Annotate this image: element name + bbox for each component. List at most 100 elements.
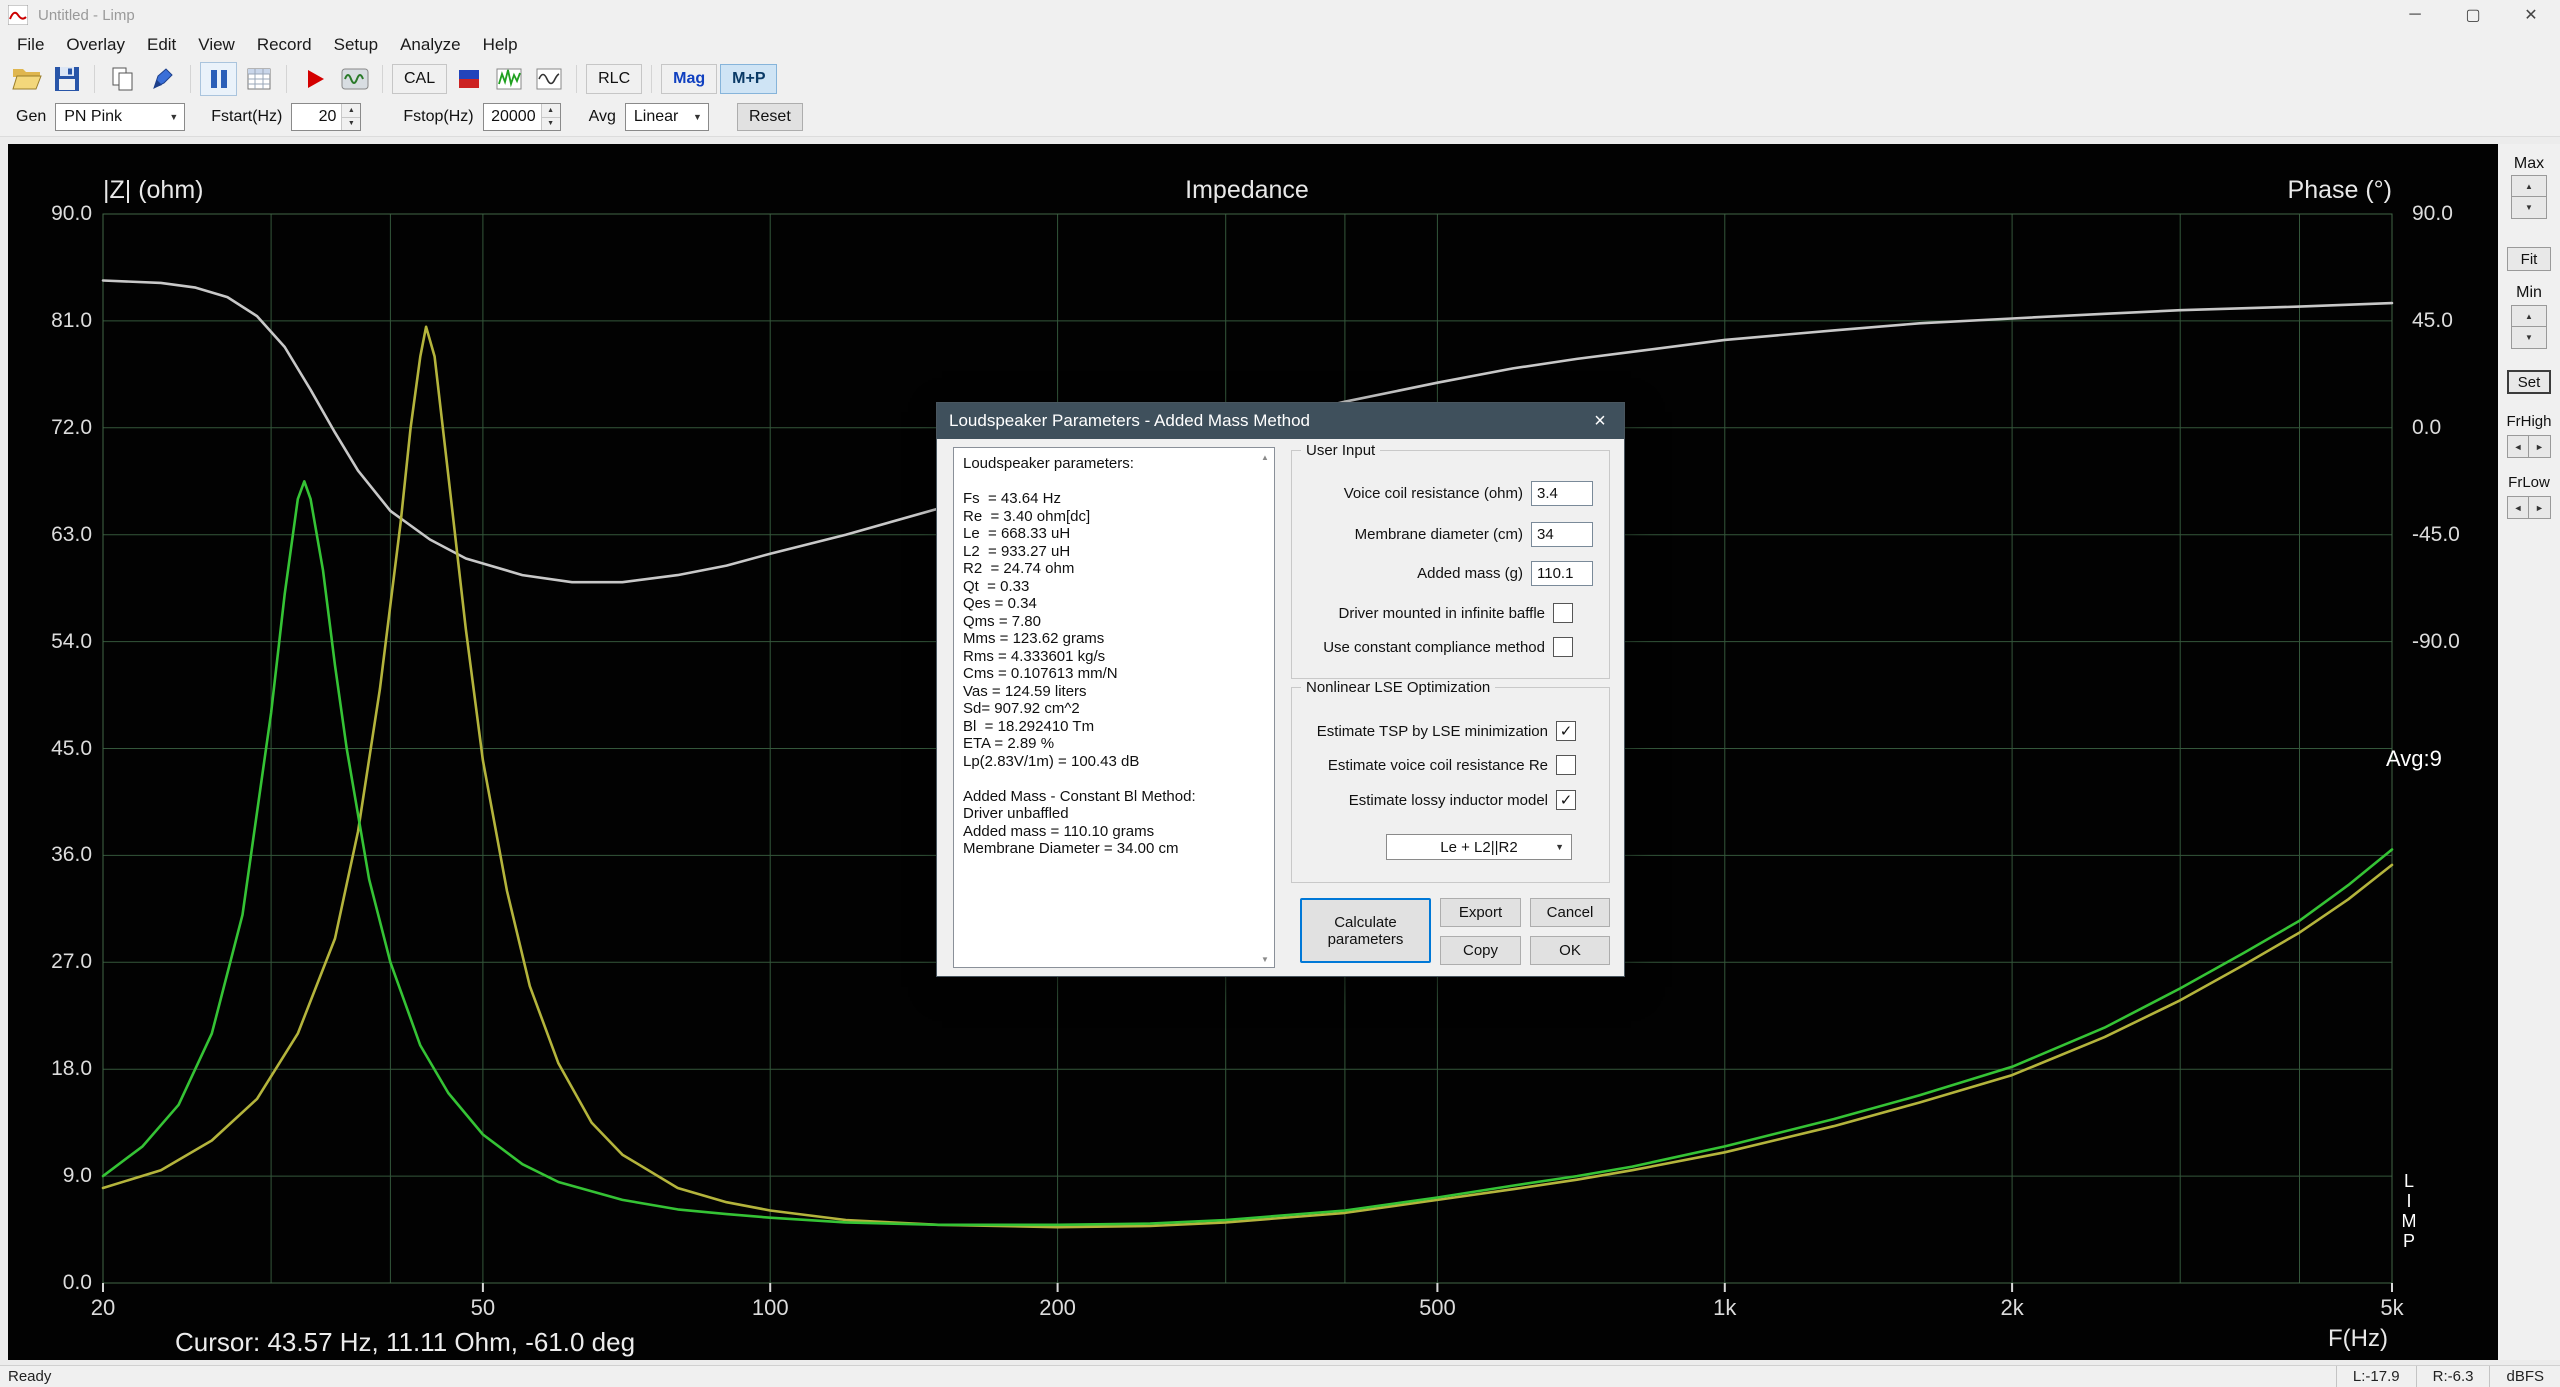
copy-icon[interactable] (104, 62, 141, 96)
min-up-icon[interactable]: ▲ (2511, 305, 2547, 327)
field-label: Voice coil resistance (ohm) (1305, 485, 1523, 502)
cursor-readout: Cursor: 43.57 Hz, 11.11 Ohm, -61.0 deg (175, 1327, 635, 1358)
mp-button[interactable]: M+P (720, 64, 777, 94)
menu-item-view[interactable]: View (187, 31, 246, 59)
lse-group-title: Nonlinear LSE Optimization (1301, 679, 1495, 696)
menu-item-setup[interactable]: Setup (323, 31, 389, 59)
limp-logo: LIMP (2398, 1171, 2420, 1251)
toolbar-separator (382, 65, 383, 93)
toolbar-separator (576, 65, 577, 93)
fstop-up-icon[interactable]: ▲ (542, 104, 560, 117)
inductor-model-select[interactable]: Le + L2||R2 ▼ (1386, 834, 1572, 860)
oscilloscope-icon[interactable] (530, 62, 567, 96)
min-spinner[interactable]: ▲ ▼ (2511, 305, 2547, 349)
set-button[interactable]: Set (2507, 370, 2551, 394)
estimate-re-checkbox[interactable] (1556, 755, 1576, 775)
pen-icon[interactable] (144, 62, 181, 96)
parameter-line: Mms = 123.62 grams (963, 630, 1265, 648)
field-label: Added mass (g) (1305, 565, 1523, 582)
y-left-tick: 81.0 (8, 310, 92, 332)
close-button[interactable]: ✕ (2502, 0, 2560, 30)
overlay-icon[interactable] (450, 62, 487, 96)
limp-logo-letter: P (2398, 1231, 2420, 1251)
export-button[interactable]: Export (1440, 898, 1521, 927)
cancel-button[interactable]: Cancel (1530, 898, 1610, 927)
rlc-button[interactable]: RLC (586, 64, 642, 94)
toolbar-separator (190, 65, 191, 93)
averaging-select[interactable]: Linear ▼ (625, 103, 709, 131)
cal-button[interactable]: CAL (392, 64, 447, 94)
parameter-line (963, 473, 1265, 491)
frhigh-left-icon[interactable]: ◄ (2507, 435, 2529, 458)
parameters-listbox[interactable]: Loudspeaker parameters:Fs = 43.64 HzRe =… (953, 447, 1275, 968)
calculate-parameters-button[interactable]: Calculate parameters (1300, 898, 1431, 963)
menu-item-edit[interactable]: Edit (136, 31, 187, 59)
menu-item-analyze[interactable]: Analyze (389, 31, 471, 59)
min-label: Min (2498, 284, 2560, 302)
added-mass-input[interactable] (1531, 561, 1593, 586)
reset-button[interactable]: Reset (737, 103, 803, 131)
fstart-up-icon[interactable]: ▲ (342, 104, 360, 117)
y-right-tick: -90.0 (2412, 631, 2502, 653)
parameter-line: Cms = 0.107613 mm/N (963, 665, 1265, 683)
open-file-icon[interactable] (8, 62, 45, 96)
parameter-line: Re = 3.40 ohm[dc] (963, 508, 1265, 526)
max-up-icon[interactable]: ▲ (2511, 175, 2547, 197)
generator-select[interactable]: PN Pink ▼ (55, 103, 185, 131)
lse-minimization-checkbox[interactable]: ✓ (1556, 721, 1576, 741)
fit-button[interactable]: Fit (2507, 247, 2551, 271)
mag-button[interactable]: Mag (661, 64, 717, 94)
min-down-icon[interactable]: ▼ (2511, 327, 2547, 349)
copy-button[interactable]: Copy (1440, 936, 1521, 965)
frlow-left-icon[interactable]: ◄ (2507, 496, 2529, 519)
y-left-tick: 72.0 (8, 417, 92, 439)
y-left-tick: 18.0 (8, 1058, 92, 1080)
record-icon[interactable] (296, 62, 333, 96)
menu-item-overlay[interactable]: Overlay (55, 31, 136, 59)
parameter-line: Qt = 0.33 (963, 578, 1265, 596)
save-icon[interactable] (48, 62, 85, 96)
menu-item-record[interactable]: Record (246, 31, 323, 59)
dialog-close-icon[interactable]: × (1576, 403, 1624, 439)
dialog-title-bar[interactable]: Loudspeaker Parameters - Added Mass Meth… (937, 403, 1624, 439)
constant-compliance-checkbox[interactable] (1553, 637, 1573, 657)
lossy-inductor-label: Estimate lossy inductor model (1267, 792, 1548, 809)
minimize-button[interactable]: ─ (2386, 0, 2444, 30)
signal-icon[interactable] (490, 62, 527, 96)
voice-coil-resistance-input[interactable] (1531, 481, 1593, 506)
lossy-inductor-checkbox[interactable]: ✓ (1556, 790, 1576, 810)
scope-icon[interactable] (336, 62, 373, 96)
fstop-spinner[interactable]: 20000 ▲ ▼ (483, 103, 561, 131)
fstart-spinner[interactable]: 20 ▲ ▼ (291, 103, 361, 131)
pause-icon[interactable] (200, 62, 237, 96)
parameter-line (963, 770, 1265, 788)
frhigh-right-icon[interactable]: ► (2529, 435, 2551, 458)
infinite-baffle-checkbox[interactable] (1553, 603, 1573, 623)
menu-item-help[interactable]: Help (472, 31, 529, 59)
membrane-diameter-input[interactable] (1531, 522, 1593, 547)
parameter-line: ETA = 2.89 % (963, 735, 1265, 753)
scale-control-panel: Max ▲ ▼ Fit Min ▲ ▼ Set FrHigh ◄ ► FrLow… (2498, 144, 2560, 1360)
maximize-button[interactable]: ▢ (2444, 0, 2502, 30)
inductor-model-value: Le + L2||R2 (1440, 839, 1517, 856)
fstart-down-icon[interactable]: ▼ (342, 117, 360, 131)
menu-item-file[interactable]: File (6, 31, 55, 59)
max-spinner[interactable]: ▲ ▼ (2511, 175, 2547, 219)
max-down-icon[interactable]: ▼ (2511, 197, 2547, 219)
y-right-tick: 45.0 (2412, 310, 2502, 332)
parameter-line: Added mass = 110.10 grams (963, 823, 1265, 841)
y-left-tick: 0.0 (8, 1272, 92, 1294)
grid-icon[interactable] (240, 62, 277, 96)
parameter-line: Bl = 18.292410 Tm (963, 718, 1265, 736)
avg-label: Avg (589, 108, 616, 126)
loudspeaker-parameters-dialog: Loudspeaker Parameters - Added Mass Meth… (936, 402, 1625, 977)
fstart-value: 20 (292, 104, 341, 130)
x-tick: 50 (438, 1295, 528, 1321)
y-right-axis-title: Phase (°) (2172, 176, 2392, 205)
ok-button[interactable]: OK (1530, 936, 1610, 965)
fstop-down-icon[interactable]: ▼ (542, 117, 560, 131)
frlow-right-icon[interactable]: ► (2529, 496, 2551, 519)
toolbar-separator (286, 65, 287, 93)
user-input-group-title: User Input (1301, 442, 1380, 459)
fstart-label: Fstart(Hz) (211, 108, 282, 126)
